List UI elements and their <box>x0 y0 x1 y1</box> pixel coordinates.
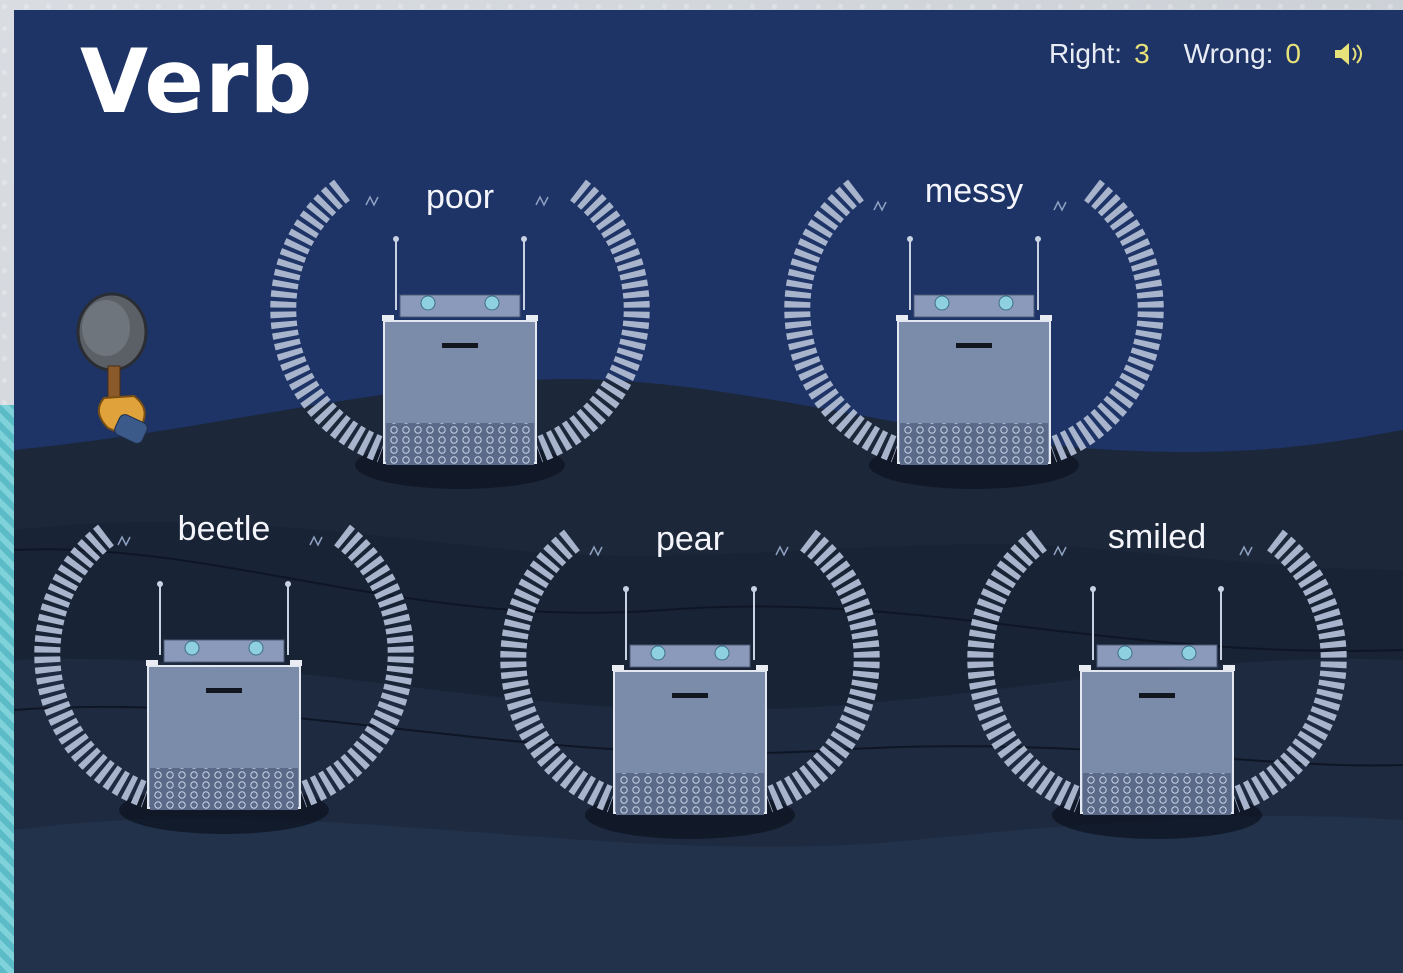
robot-beetle[interactable] <box>78 565 370 825</box>
robot-pear[interactable] <box>544 570 836 830</box>
hammer-icon[interactable] <box>64 290 174 450</box>
wrong-label: Wrong: <box>1183 38 1274 69</box>
speaker-icon[interactable] <box>1331 39 1367 69</box>
wrong-count: 0 <box>1285 38 1301 69</box>
robot-word-beetle[interactable]: beetle <box>178 510 271 549</box>
robot-smiled[interactable] <box>1011 570 1303 830</box>
robot-messy[interactable] <box>828 220 1120 480</box>
robot-word-pear[interactable]: pear <box>656 520 724 559</box>
robot-word-poor[interactable]: poor <box>426 178 494 217</box>
game-stage[interactable]: Verb Right: 3 Wrong: 0 poor messy beetle… <box>14 10 1403 973</box>
category-title: Verb <box>80 30 314 133</box>
robot-word-smiled[interactable]: smiled <box>1108 518 1206 557</box>
right-count: 3 <box>1134 38 1150 69</box>
score-panel: Right: 3 Wrong: 0 <box>1049 38 1367 70</box>
right-label: Right: <box>1048 38 1123 69</box>
robot-poor[interactable] <box>314 220 606 480</box>
robot-word-messy[interactable]: messy <box>925 172 1023 211</box>
